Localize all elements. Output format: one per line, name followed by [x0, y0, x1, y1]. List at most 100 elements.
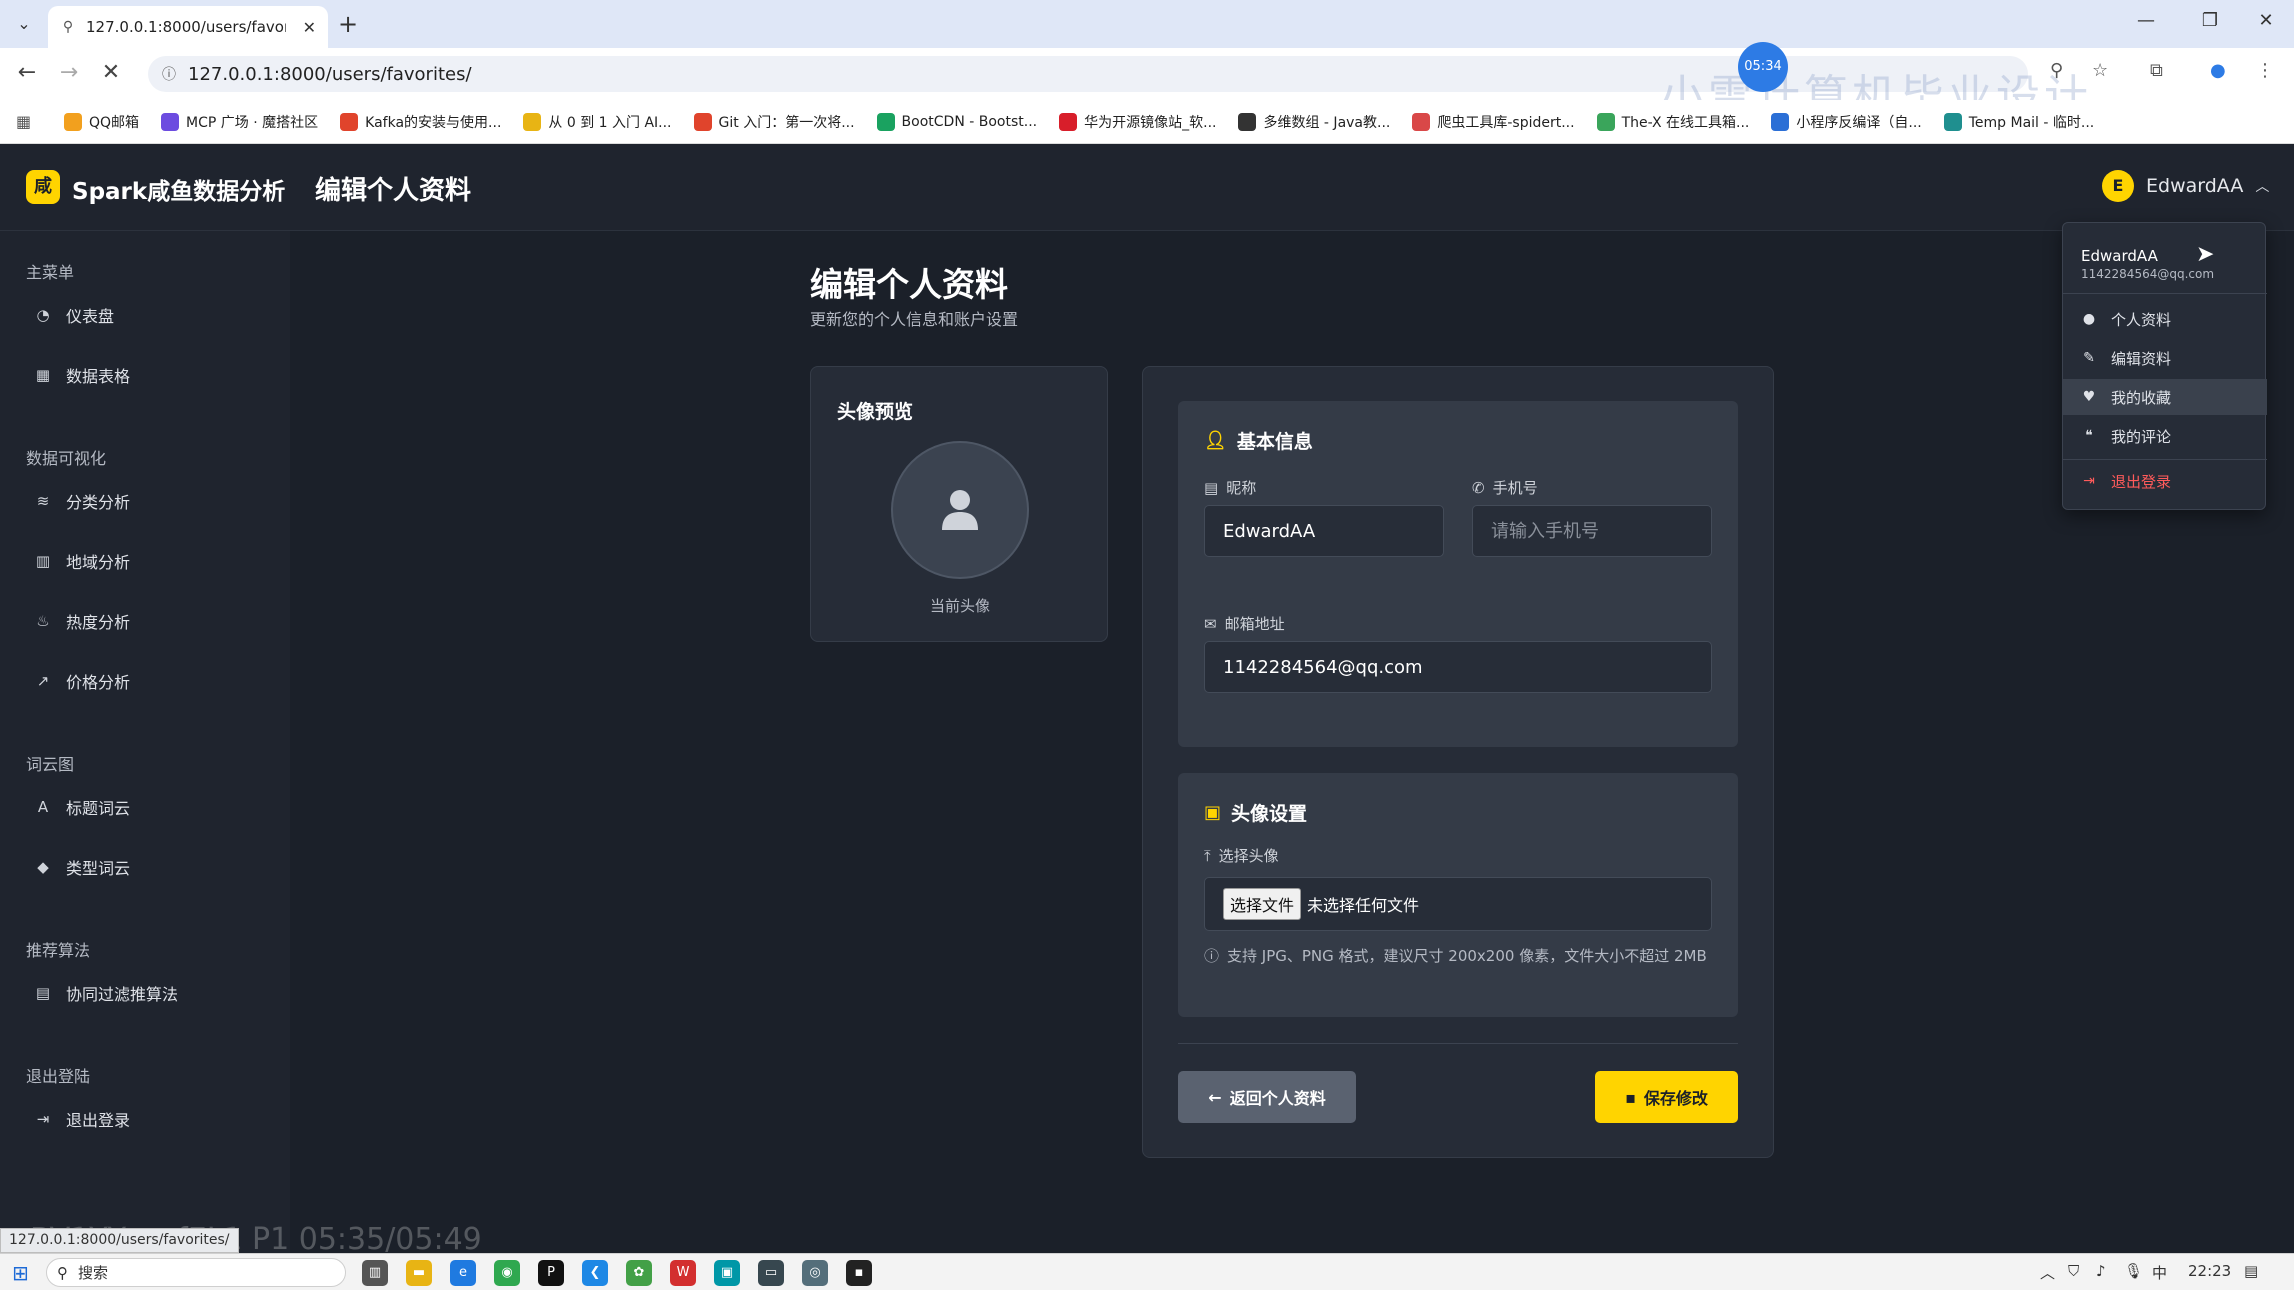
sidebar-item-label: 热度分析	[66, 613, 131, 632]
bookmark-item[interactable]: Git 入门：第一次将...	[693, 112, 855, 132]
wechat-icon[interactable]: ✿	[626, 1260, 652, 1286]
bookmark-label: 爬虫工具库-spidert...	[1437, 114, 1575, 131]
app-icon[interactable]: ▪	[846, 1260, 872, 1286]
dropdown-logout-label: 退出登录	[2111, 472, 2172, 491]
pycharm-icon[interactable]: P	[538, 1260, 564, 1286]
dropdown-item[interactable]: ✎ 编辑资料	[2063, 340, 2267, 376]
edge-icon[interactable]: e	[450, 1260, 476, 1286]
tray-chevron-up-icon[interactable]: ︿	[2040, 1262, 2055, 1283]
sidebar-item[interactable]: ◔ 仪表盘	[34, 303, 114, 327]
phone-label-text: 手机号	[1492, 479, 1538, 497]
recording-timer: 05:34	[1738, 42, 1788, 92]
back-to-profile-button[interactable]: ← 返回个人资料	[1178, 1071, 1356, 1123]
tab-close-icon[interactable]: ✕	[303, 18, 316, 37]
bookmark-item[interactable]: MCP 广场 · 魔搭社区	[161, 112, 318, 132]
sidebar-item[interactable]: ≋ 分类分析	[34, 489, 130, 513]
bookmark-label: 多维数组 - Java教...	[1263, 114, 1391, 131]
file-status: 未选择任何文件	[1307, 896, 1420, 915]
nickname-input[interactable]	[1204, 505, 1444, 557]
table-icon: ▦	[35, 366, 51, 384]
bookmark-item[interactable]: 小程序反编译（自...	[1771, 112, 1922, 132]
bookmark-item[interactable]: 从 0 到 1 入门 AI...	[523, 112, 672, 132]
ime-indicator[interactable]: 中	[2152, 1262, 2167, 1283]
font-icon: A	[37, 798, 49, 816]
terminal-icon[interactable]: ▭	[758, 1260, 784, 1286]
file-explorer-icon[interactable]: ▬	[406, 1260, 432, 1286]
bookmark-item[interactable]: 华为开源镜像站_软...	[1059, 112, 1216, 132]
sidebar-item[interactable]: ♨ 热度分析	[34, 609, 130, 633]
windows-start-icon[interactable]: ⊞	[12, 1261, 29, 1285]
more-menu-icon[interactable]: ⋮	[2256, 60, 2274, 81]
app-icon[interactable]: ▣	[714, 1260, 740, 1286]
user-icon: ●	[2082, 311, 2096, 327]
info-icon[interactable]: ⓘ	[162, 64, 176, 84]
bookmark-label: 华为开源镜像站_软...	[1084, 114, 1217, 131]
layers-icon: ≋	[36, 492, 50, 510]
user-menu-toggle[interactable]: E EdwardAA ︿	[2102, 170, 2269, 202]
sidebar-item[interactable]: ▥ 地域分析	[34, 549, 130, 573]
bookmark-label: QQ邮箱	[89, 114, 140, 131]
sidebar-item[interactable]: ↗ 价格分析	[34, 669, 130, 693]
taskbar-search[interactable]: ⚲ 搜索	[46, 1258, 346, 1287]
back-arrow-icon[interactable]: ←	[12, 60, 42, 85]
bookmark-label: Git 入门：第一次将...	[718, 114, 855, 131]
chrome-icon[interactable]: ◉	[494, 1260, 520, 1286]
bookmark-star-icon[interactable]: ☆	[2092, 60, 2108, 81]
tempmail-icon	[1943, 112, 1962, 131]
image-icon: ▣	[1204, 802, 1222, 823]
bookmark-item[interactable]: 爬虫工具库-spidert...	[1412, 112, 1575, 132]
sidebar-item[interactable]: ▤ 协同过滤推算法	[34, 981, 178, 1005]
clock[interactable]: 22:23	[2188, 1262, 2231, 1280]
bookmark-item[interactable]: QQ邮箱	[64, 112, 139, 132]
stop-loading-icon[interactable]: ✕	[96, 60, 126, 85]
file-icon: ▤	[35, 984, 51, 1002]
bookmark-item[interactable]: 多维数组 - Java教...	[1238, 112, 1390, 132]
smile-icon	[523, 112, 542, 131]
bookmark-item[interactable]: BootCDN - Bootst...	[876, 112, 1037, 131]
dropdown-item[interactable]: ♥ 我的收藏	[2063, 379, 2267, 415]
bookmark-item[interactable]: The-X 在线工具箱...	[1596, 112, 1749, 132]
sidebar-item[interactable]: ⇥ 退出登录	[34, 1107, 130, 1131]
notifications-icon[interactable]: ▤	[2244, 1262, 2258, 1280]
sidebar-item[interactable]: ◆ 类型词云	[34, 855, 130, 879]
task-view-icon[interactable]: ▥	[362, 1260, 388, 1286]
dropdown-logout[interactable]: ⇥ 退出登录	[2063, 463, 2267, 499]
wps-icon[interactable]: W	[670, 1260, 696, 1286]
sidebar-section-title: 数据可视化	[26, 449, 107, 468]
browser-tab-active[interactable]: ⚲ 127.0.0.1:8000/users/favorite ✕	[48, 6, 328, 48]
avatar-settings-title-text: 头像设置	[1231, 803, 1308, 825]
shield-icon[interactable]: ⛉	[2068, 1262, 2079, 1280]
minimize-icon[interactable]: —	[2126, 10, 2166, 31]
profile-icon[interactable]: ●	[2210, 60, 2226, 81]
choose-file-button[interactable]: 选择文件	[1223, 888, 1302, 920]
bookmark-item[interactable]: Temp Mail - 临时...	[1943, 112, 2094, 132]
forward-arrow-icon[interactable]: →	[54, 60, 84, 85]
phone-icon: ✆	[1472, 478, 1485, 497]
save-changes-button[interactable]: ▪ 保存修改	[1595, 1071, 1738, 1123]
app-icon[interactable]: ◎	[802, 1260, 828, 1286]
brand-logo[interactable]: 咸	[26, 170, 60, 204]
dropdown-item[interactable]: ● 个人资料	[2063, 301, 2267, 337]
avatar-preview-card: 头像预览 当前头像	[810, 366, 1108, 642]
url-text[interactable]: 127.0.0.1:8000/users/favorites/	[188, 64, 472, 85]
restore-icon[interactable]: ❐	[2190, 10, 2230, 31]
window-close-icon[interactable]: ✕	[2246, 10, 2286, 31]
thex-icon	[1596, 112, 1615, 131]
sidebar-item[interactable]: ▦ 数据表格	[34, 363, 130, 387]
email-input[interactable]	[1204, 641, 1712, 693]
tab-search-chevron-icon[interactable]: ⌄	[10, 12, 38, 36]
page-subtitle: 更新您的个人信息和账户设置	[810, 310, 1019, 329]
bookmark-item[interactable]: Kafka的安装与使用...	[340, 112, 501, 132]
brand-name[interactable]: Spark咸鱼数据分析	[72, 172, 285, 206]
vscode-icon[interactable]: ❮	[582, 1260, 608, 1286]
volume-icon[interactable]: ♪	[2096, 1262, 2106, 1280]
new-tab-plus-icon[interactable]: +	[338, 10, 358, 38]
extensions-icon[interactable]: ⧉	[2150, 60, 2163, 81]
sidebar-item[interactable]: A 标题词云	[34, 795, 130, 819]
dropdown-item[interactable]: ❝ 我的评论	[2063, 418, 2267, 454]
phone-input[interactable]	[1472, 505, 1712, 557]
apps-grid-icon[interactable]: ▦	[16, 112, 38, 131]
dropdown-item-label: 编辑资料	[2111, 349, 2172, 368]
microphone-icon[interactable]: 🎙︎	[2124, 1262, 2143, 1280]
avatar-file-input[interactable]: 选择文件 未选择任何文件	[1204, 877, 1712, 931]
